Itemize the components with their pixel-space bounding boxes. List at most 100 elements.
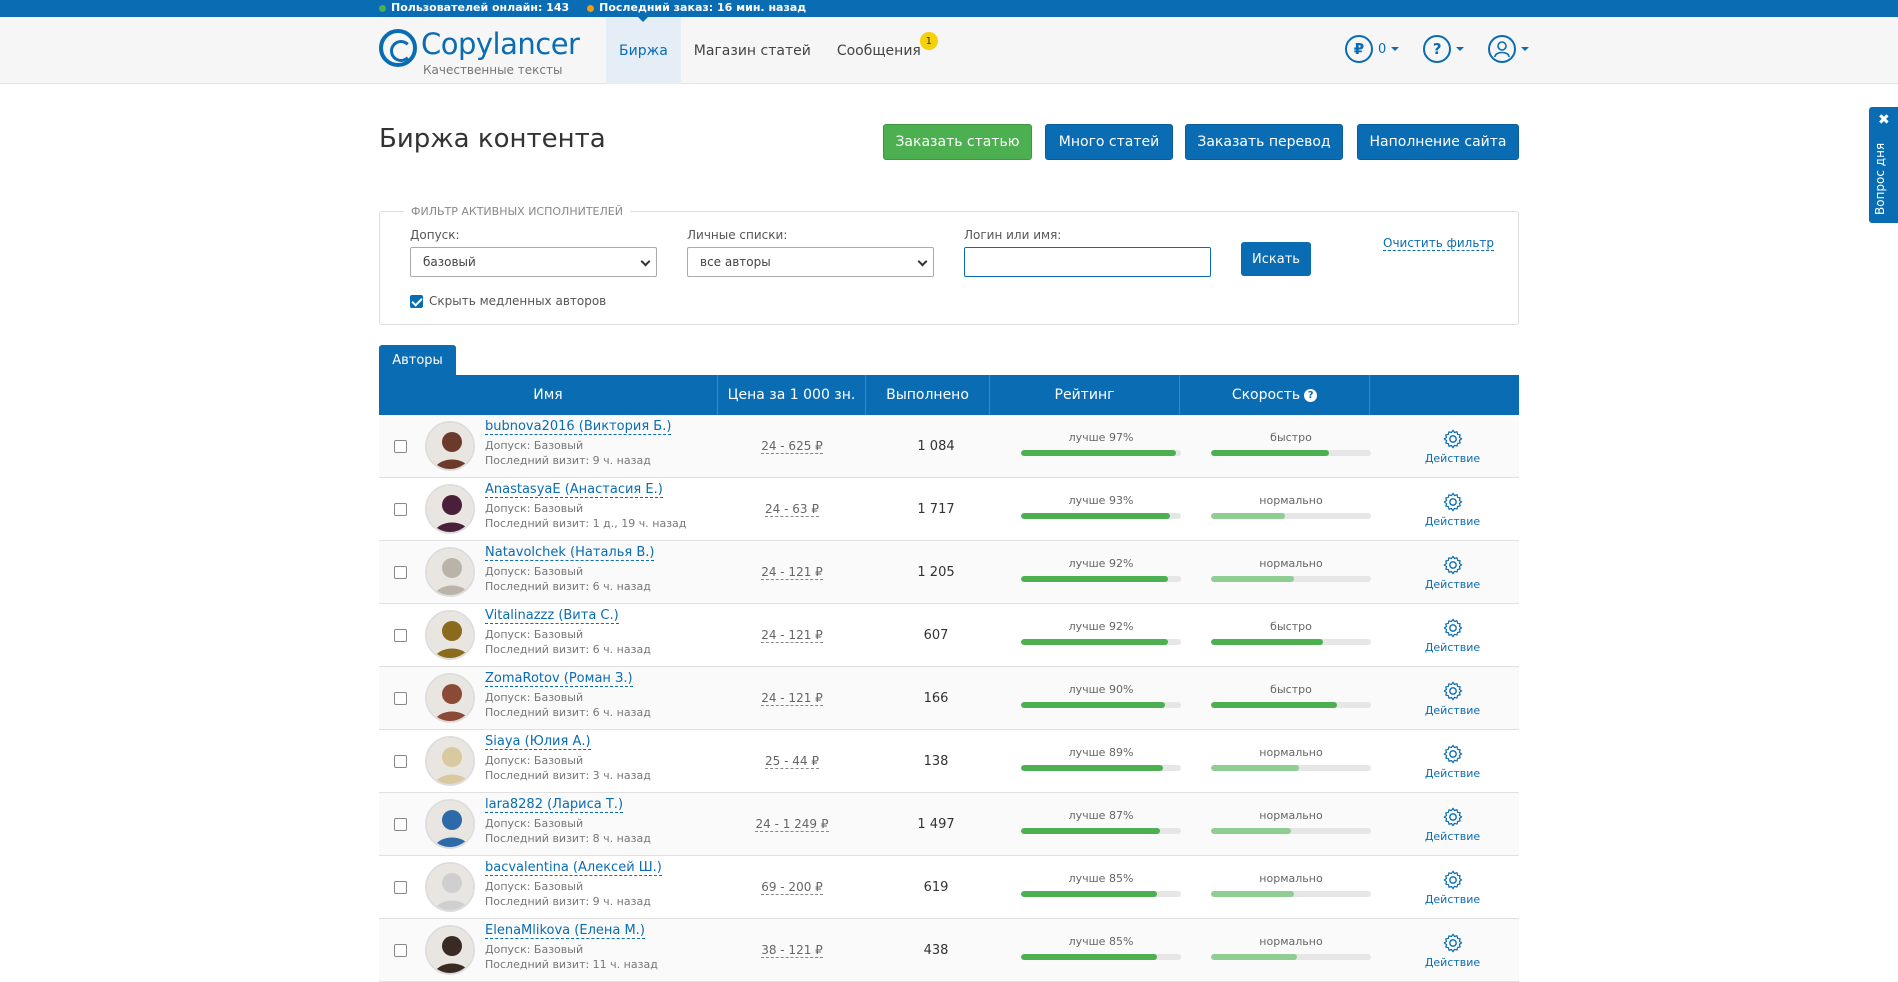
price-range[interactable]: 24 - 63 ₽ <box>765 502 819 517</box>
price-range[interactable]: 38 - 121 ₽ <box>761 943 823 958</box>
gear-icon[interactable] <box>1442 428 1464 450</box>
search-button[interactable]: Искать <box>1241 242 1311 276</box>
nav-article-shop[interactable]: Магазин статей <box>681 17 824 84</box>
site-logo[interactable]: Copylancer Качественные тексты <box>379 25 580 77</box>
nav-exchange[interactable]: Биржа <box>606 17 681 84</box>
many-articles-button[interactable]: Много статей <box>1045 124 1173 160</box>
action-link[interactable]: Действие <box>1425 830 1480 843</box>
avatar[interactable] <box>425 736 475 786</box>
author-name-link[interactable]: ZomaRotov (Роман З.) <box>485 671 633 687</box>
help-icon[interactable]: ? <box>1304 388 1318 402</box>
access-select[interactable]: базовый <box>410 247 657 277</box>
user-icon <box>1488 35 1517 63</box>
col-name[interactable]: Имя <box>379 375 718 415</box>
price-range[interactable]: 24 - 1 249 ₽ <box>755 817 829 832</box>
avatar[interactable] <box>425 799 475 849</box>
action-link[interactable]: Действие <box>1425 893 1480 906</box>
author-name-link[interactable]: bubnova2016 (Виктория Б.) <box>485 419 672 435</box>
author-name-link[interactable]: AnastasyaE (Анастасия Е.) <box>485 482 663 498</box>
action-cell[interactable]: Действие <box>1386 478 1519 540</box>
question-of-day-tab[interactable]: ✖ Вопрос дня <box>1869 107 1898 223</box>
help-menu[interactable]: ? <box>1423 35 1465 63</box>
avatar[interactable] <box>425 610 475 660</box>
row-checkbox[interactable] <box>393 439 407 453</box>
gear-icon[interactable] <box>1442 680 1464 702</box>
action-link[interactable]: Действие <box>1425 578 1480 591</box>
avatar[interactable] <box>425 673 475 723</box>
action-cell[interactable]: Действие <box>1386 793 1519 855</box>
row-checkbox[interactable] <box>393 502 407 516</box>
row-checkbox[interactable] <box>393 628 407 642</box>
login-label: Логин или имя: <box>964 228 1062 242</box>
row-checkbox[interactable] <box>393 691 407 705</box>
row-checkbox[interactable] <box>393 880 407 894</box>
action-cell[interactable]: Действие <box>1386 541 1519 603</box>
action-link[interactable]: Действие <box>1425 452 1480 465</box>
price-range[interactable]: 24 - 625 ₽ <box>761 439 823 454</box>
login-input[interactable] <box>964 247 1211 277</box>
lists-select[interactable]: все авторы <box>687 247 934 277</box>
author-name-link[interactable]: bacvalentina (Алексей Ш.) <box>485 860 662 876</box>
author-access: Допуск: Базовый <box>485 943 584 956</box>
chevron-down-icon <box>917 256 928 267</box>
col-rating[interactable]: Рейтинг <box>990 375 1180 415</box>
order-translation-button[interactable]: Заказать перевод <box>1185 124 1343 160</box>
gear-icon[interactable] <box>1442 617 1464 639</box>
gear-icon[interactable] <box>1442 743 1464 765</box>
gear-icon[interactable] <box>1442 932 1464 954</box>
col-speed[interactable]: Скорость ? <box>1180 375 1370 415</box>
logo-subtitle: Качественные тексты <box>423 63 563 77</box>
gear-icon[interactable] <box>1442 869 1464 891</box>
row-checkbox[interactable] <box>393 943 407 957</box>
avatar[interactable] <box>425 925 475 975</box>
avatar[interactable] <box>425 547 475 597</box>
clear-filter-link[interactable]: Очистить фильтр <box>1383 236 1495 251</box>
hide-slow-checkbox[interactable] <box>410 294 423 308</box>
action-link[interactable]: Действие <box>1425 767 1480 780</box>
author-name-link[interactable]: Natavolchek (Наталья В.) <box>485 545 655 561</box>
col-action <box>1370 375 1519 415</box>
action-cell[interactable]: Действие <box>1386 415 1519 477</box>
gear-icon[interactable] <box>1442 806 1464 828</box>
balance-menu[interactable]: ₽ 0 <box>1345 35 1400 63</box>
action-link[interactable]: Действие <box>1425 704 1480 717</box>
avatar[interactable] <box>425 421 475 471</box>
avatar[interactable] <box>425 862 475 912</box>
rating-label: лучше 85% <box>1068 872 1134 885</box>
site-content-button[interactable]: Наполнение сайта <box>1357 124 1519 160</box>
author-name-link[interactable]: ElenaMlikova (Елена М.) <box>485 923 645 939</box>
action-cell[interactable]: Действие <box>1386 604 1519 666</box>
action-cell[interactable]: Действие <box>1386 919 1519 981</box>
nav-messages[interactable]: Сообщения 1 <box>824 17 938 84</box>
price-range[interactable]: 25 - 44 ₽ <box>765 754 819 769</box>
action-cell[interactable]: Действие <box>1386 730 1519 792</box>
gear-icon[interactable] <box>1442 491 1464 513</box>
action-cell[interactable]: Действие <box>1386 667 1519 729</box>
gear-icon[interactable] <box>1442 554 1464 576</box>
row-checkbox[interactable] <box>393 754 407 768</box>
row-checkbox[interactable] <box>393 817 407 831</box>
price-range[interactable]: 24 - 121 ₽ <box>761 691 823 706</box>
hide-slow-authors[interactable]: Скрыть медленных авторов <box>410 294 606 308</box>
close-icon[interactable]: ✖ <box>1878 112 1890 128</box>
rating-bar-fill <box>1021 954 1157 960</box>
action-link[interactable]: Действие <box>1425 956 1480 969</box>
tab-authors[interactable]: Авторы <box>379 345 456 375</box>
author-name-link[interactable]: Siaya (Юлия А.) <box>485 734 591 750</box>
price-range[interactable]: 24 - 121 ₽ <box>761 628 823 643</box>
avatar[interactable] <box>425 484 475 534</box>
price-range[interactable]: 69 - 200 ₽ <box>761 880 823 895</box>
author-name-link[interactable]: lara8282 (Лариса Т.) <box>485 797 624 813</box>
order-article-button[interactable]: Заказать статью <box>883 124 1032 160</box>
row-checkbox[interactable] <box>393 565 407 579</box>
col-done[interactable]: Выполнено <box>866 375 990 415</box>
action-link[interactable]: Действие <box>1425 515 1480 528</box>
action-link[interactable]: Действие <box>1425 641 1480 654</box>
price-range[interactable]: 24 - 121 ₽ <box>761 565 823 580</box>
user-menu[interactable] <box>1488 35 1530 63</box>
price-cell: 69 - 200 ₽ <box>718 856 866 918</box>
speed-bar-fill <box>1211 576 1295 582</box>
col-price[interactable]: Цена за 1 000 зн. <box>718 375 866 415</box>
author-name-link[interactable]: Vitalinazzz (Вита С.) <box>485 608 619 624</box>
action-cell[interactable]: Действие <box>1386 856 1519 918</box>
